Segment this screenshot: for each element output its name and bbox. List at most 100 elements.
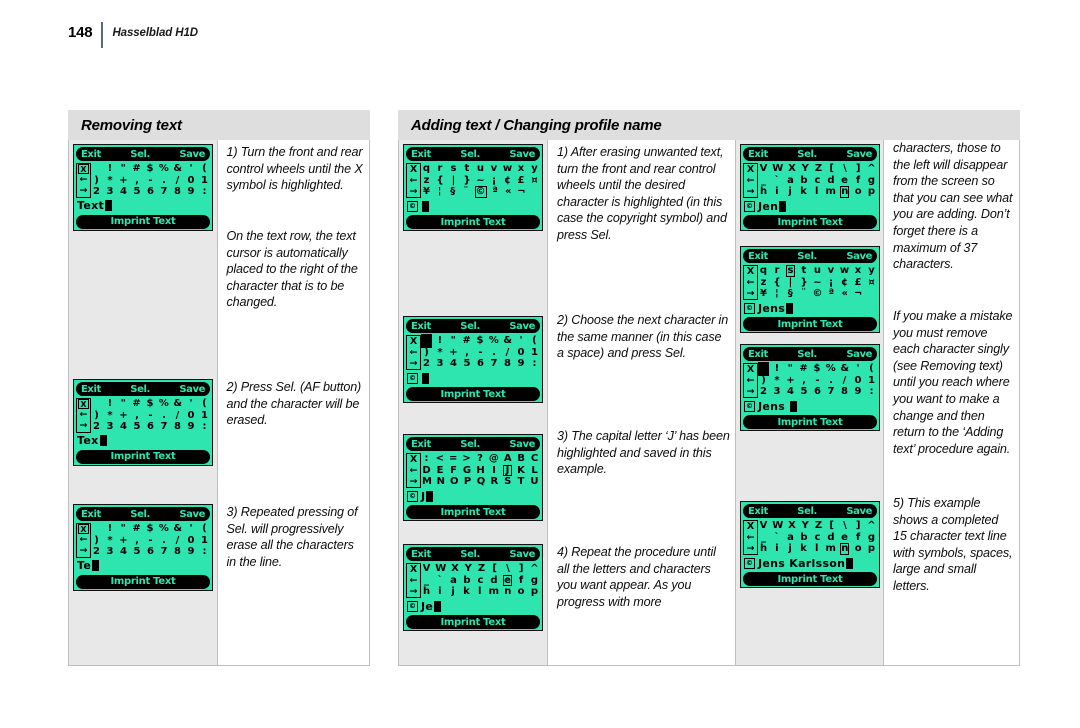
lcd-character-cell[interactable]: , [800, 375, 809, 387]
lcd-save-button[interactable]: Save [175, 507, 209, 521]
lcd-character-cell[interactable]: / [173, 175, 182, 187]
lcd-imprint-text-bar[interactable]: Imprint Text [743, 415, 877, 429]
lcd-character-cell[interactable]: 3 [773, 386, 782, 398]
lcd-sel-button[interactable]: Sel. [456, 319, 484, 333]
lcd-character-cell[interactable]: _ [422, 575, 431, 587]
lcd-exit-button[interactable]: Exit [744, 504, 772, 518]
lcd-exit-button[interactable]: Exit [744, 147, 772, 161]
lcd-character-cell[interactable]: : [200, 421, 209, 433]
arrow-right-icon[interactable]: → [747, 543, 755, 554]
lcd-character-cell[interactable]: Z [814, 520, 823, 532]
lcd-save-button[interactable]: Save [505, 547, 539, 561]
lcd-character-cell[interactable]: [ [827, 520, 836, 532]
lcd-character-cell[interactable]: y [867, 265, 876, 277]
lcd-character-cell[interactable]: ' [854, 363, 863, 375]
lcd-character-cell[interactable]: n [503, 586, 512, 598]
arrow-right-icon[interactable]: → [410, 186, 418, 197]
arrow-left-icon[interactable]: ← [80, 534, 88, 545]
lcd-sel-button[interactable]: Sel. [793, 147, 821, 161]
lcd-character-cell[interactable]: c [813, 175, 822, 187]
lcd-character-cell[interactable]: u [476, 163, 485, 175]
lcd-character-cell[interactable]: # [132, 163, 141, 175]
lcd-character-cell[interactable]: - [146, 535, 155, 547]
lcd-character-cell[interactable]: - [476, 347, 485, 359]
lcd-character-cell[interactable]: * [106, 535, 115, 547]
lcd-character-cell[interactable]: ) [759, 375, 768, 387]
lcd-character-cell[interactable]: ? [476, 453, 485, 465]
lcd-character-cell[interactable]: ' [187, 398, 196, 410]
lcd-imprint-text-bar[interactable]: Imprint Text [743, 317, 877, 331]
lcd-imprint-text-bar[interactable]: Imprint Text [743, 215, 877, 229]
lcd-character-cell[interactable]: & [503, 335, 512, 347]
lcd-character-cell[interactable]: h [759, 186, 768, 198]
lcd-character-cell[interactable]: Y [801, 163, 810, 175]
lcd-character-cell[interactable]: # [132, 398, 141, 410]
lcd-character-cell[interactable]: 0 [517, 347, 526, 359]
arrow-left-icon[interactable]: ← [410, 575, 418, 586]
lcd-character-cell[interactable]: ª [827, 288, 836, 300]
lcd-character-cell[interactable]: l [812, 186, 821, 198]
lcd-character-cell[interactable]: l [475, 586, 484, 598]
lcd-character-cell[interactable]: 7 [160, 186, 169, 198]
arrow-right-icon[interactable]: → [410, 586, 418, 597]
lcd-character-cell[interactable]: o [854, 186, 863, 198]
lcd-character-cell[interactable]: 9 [187, 421, 196, 433]
lcd-character-cell[interactable]: z [422, 175, 431, 187]
lcd-character-cell[interactable]: © [813, 288, 823, 300]
lcd-character-cell[interactable]: " [786, 363, 795, 375]
lcd-character-cell[interactable]: * [106, 175, 115, 187]
lcd-text-row[interactable]: Te [76, 559, 210, 573]
lcd-character-cell[interactable]: I [490, 465, 499, 477]
lcd-character-cell[interactable]: r [772, 265, 781, 277]
lcd-character-cell[interactable]: ¢ [503, 175, 512, 187]
lcd-character-cell[interactable]: e [840, 175, 849, 187]
lcd-character-cell[interactable]: P [463, 476, 472, 488]
lcd-character-cell[interactable]: + [119, 175, 128, 187]
lcd-save-button[interactable]: Save [175, 382, 209, 396]
lcd-character-cell[interactable]: % [159, 398, 169, 410]
lcd-character-cell[interactable]: 2 [92, 186, 101, 198]
lcd-character-cell[interactable]: ] [854, 163, 863, 175]
lcd-character-cell[interactable]: p [867, 186, 876, 198]
lcd-character-cell[interactable]: Q [476, 476, 486, 488]
lcd-character-cell[interactable]: 3 [106, 186, 115, 198]
lcd-character-cell[interactable]: 4 [119, 546, 128, 558]
lcd-character-cell[interactable]: : [200, 186, 209, 198]
lcd-character-cell[interactable]: 4 [119, 421, 128, 433]
lcd-character-cell[interactable]: « [504, 186, 513, 198]
lcd-character-cell[interactable]: / [173, 535, 182, 547]
lcd-character-cell[interactable]: 6 [146, 421, 155, 433]
lcd-character-cell[interactable]: t [462, 163, 471, 175]
lcd-character-cell[interactable]: w [840, 265, 849, 277]
lcd-character-cell[interactable]: ª [491, 186, 500, 198]
lcd-character-cell[interactable]: 1 [200, 175, 209, 187]
lcd-character-cell[interactable]: k [799, 186, 808, 198]
lcd-save-button[interactable]: Save [505, 147, 539, 161]
arrow-right-icon[interactable]: → [80, 420, 88, 431]
lcd-character-cell[interactable]: X [788, 520, 797, 532]
lcd-character-cell[interactable]: 7 [827, 386, 836, 398]
lcd-character-cell[interactable]: ! [772, 363, 781, 375]
arrow-right-icon[interactable]: → [747, 186, 755, 197]
delete-x-icon[interactable]: X [78, 524, 89, 535]
lcd-character-cell[interactable]: § [786, 288, 795, 300]
lcd-character-cell[interactable]: ¨ [461, 186, 470, 198]
lcd-character-cell[interactable]: 9 [517, 358, 526, 370]
lcd-character-cell[interactable]: / [173, 410, 182, 422]
lcd-imprint-text-bar[interactable]: Imprint Text [76, 214, 210, 229]
lcd-character-cell[interactable]: 8 [840, 386, 849, 398]
arrow-left-icon[interactable]: ← [410, 175, 418, 186]
lcd-imprint-text-bar[interactable]: Imprint Text [406, 615, 540, 629]
delete-x-icon[interactable]: X [78, 399, 89, 410]
lcd-exit-button[interactable]: Exit [407, 437, 435, 451]
lcd-exit-button[interactable]: Exit [744, 249, 772, 263]
lcd-character-cell[interactable]: + [786, 375, 795, 387]
lcd-character-cell[interactable]: b [463, 575, 472, 587]
arrow-right-icon[interactable]: → [80, 185, 88, 196]
lcd-character-cell[interactable]: + [449, 347, 458, 359]
lcd-character-cell[interactable]: 5 [800, 386, 809, 398]
lcd-character-cell[interactable]: V [759, 520, 768, 532]
lcd-imprint-text-bar[interactable]: Imprint Text [406, 387, 540, 401]
lcd-character-cell[interactable]: 5 [133, 421, 142, 433]
lcd-character-cell[interactable]: ' [187, 163, 196, 175]
